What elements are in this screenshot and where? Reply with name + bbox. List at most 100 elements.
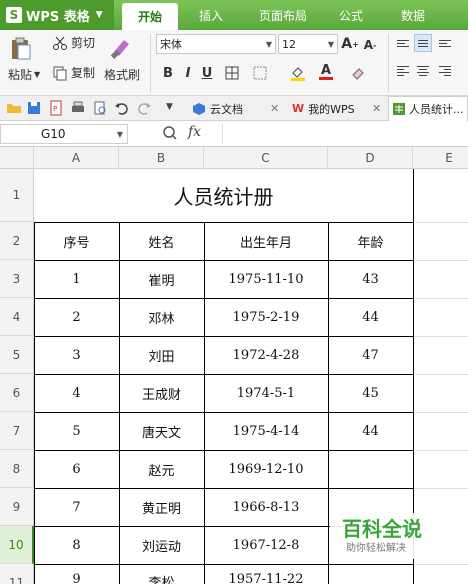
tab-data[interactable]: 数据 [388,0,438,30]
table-cell[interactable]: 2 [34,298,119,336]
table-cell[interactable]: 5 [34,412,119,450]
header-cell[interactable]: 年龄 [328,222,413,260]
zoom-search-icon[interactable] [162,125,178,144]
header-cell[interactable]: 序号 [34,222,119,260]
table-cell[interactable]: 赵元 [119,450,204,488]
row-header-6[interactable]: 6 [0,374,34,412]
table-cell[interactable]: 1975-4-14 [204,412,328,450]
sheet-title[interactable]: 人员统计册 [34,169,413,222]
chevron-down-icon[interactable]: ▼ [166,102,182,118]
align-right-icon[interactable] [436,62,454,80]
font-name-select[interactable]: 宋体 ▼ [156,34,276,54]
row-header-4[interactable]: 4 [0,298,34,336]
table-cell[interactable]: 3 [34,336,119,374]
table-cell[interactable]: 王成财 [119,374,204,412]
doc-tab-cloud[interactable]: 云文档 [188,96,280,121]
row-header-10[interactable]: 10 [0,526,34,564]
align-left-icon[interactable] [394,62,412,80]
table-cell[interactable]: 6 [34,450,119,488]
bold-button[interactable]: B [160,64,176,82]
shrink-font-button[interactable]: A- [362,36,378,54]
row-header-11[interactable]: 11 [0,564,34,584]
column-header-b[interactable]: B [119,147,204,169]
format-painter-button[interactable]: 格式刷 [104,66,140,83]
print-icon[interactable] [70,100,86,116]
undo-icon[interactable] [114,100,130,116]
align-center-icon[interactable] [414,62,432,80]
open-folder-icon[interactable] [6,100,22,116]
fx-icon[interactable]: fx [188,124,201,140]
tab-insert[interactable]: 插入 [184,0,238,30]
tab-page-layout[interactable]: 页面布局 [246,0,320,30]
table-cell[interactable]: 4 [34,374,119,412]
align-top-icon[interactable] [394,34,412,52]
table-cell[interactable]: 李松 [119,564,204,584]
row-header-8[interactable]: 8 [0,450,34,488]
table-cell[interactable] [328,450,413,488]
table-cell[interactable]: 1957-11-22 [204,564,328,584]
table-cell[interactable]: 44 [328,412,413,450]
app-menu-button[interactable]: S WPS 表格 ▼ [0,0,114,30]
header-cell[interactable]: 出生年月 [204,222,328,260]
select-all-corner[interactable] [0,147,34,169]
print-preview-icon[interactable] [92,100,108,116]
tab-home[interactable]: 开始 [122,3,178,30]
save-icon[interactable] [26,100,42,116]
column-header-e[interactable]: E [413,147,468,169]
tab-formulas[interactable]: 公式 [326,0,376,30]
fill-color-icon[interactable] [290,64,306,82]
underline-button[interactable]: U [199,64,215,82]
row-header-1[interactable]: 1 [0,169,34,222]
table-cell[interactable]: 1967-12-8 [204,526,328,564]
table-cell[interactable]: 刘运动 [119,526,204,564]
copy-button[interactable]: 复制 [52,64,95,81]
table-cell[interactable]: 1966-8-13 [204,488,328,526]
close-icon[interactable]: ✕ [372,102,381,115]
paste-button[interactable]: 粘贴 ▼ [8,66,40,83]
table-cell[interactable]: 1975-11-10 [204,260,328,298]
paste-icon[interactable] [8,36,40,62]
font-size-select[interactable]: 12 ▼ [278,34,338,54]
cut-button[interactable]: 剪切 [52,34,95,51]
redo-icon[interactable] [136,100,152,116]
column-header-d[interactable]: D [328,147,413,169]
table-cell[interactable]: 45 [328,374,413,412]
eraser-icon[interactable] [350,64,366,82]
column-header-a[interactable]: A [34,147,119,169]
align-bottom-icon[interactable] [436,34,454,52]
font-color-button[interactable]: A [318,63,334,81]
align-middle-icon[interactable] [414,34,432,52]
table-cell[interactable]: 唐天文 [119,412,204,450]
table-cell[interactable]: 1 [34,260,119,298]
close-icon[interactable]: ✕ [270,102,279,115]
grow-font-button[interactable]: A + [341,35,359,53]
header-cell[interactable]: 姓名 [119,222,204,260]
doc-tab-active[interactable]: 人员统计... [388,96,468,121]
fill-pattern-icon[interactable] [252,64,268,82]
name-box[interactable]: G10 ▼ [0,124,128,144]
row-header-9[interactable]: 9 [0,488,34,526]
table-cell[interactable]: 1969-12-10 [204,450,328,488]
table-cell[interactable]: 44 [328,298,413,336]
table-cell[interactable]: 7 [34,488,119,526]
table-cell[interactable]: 1974-5-1 [204,374,328,412]
table-cell[interactable]: 1975-2-19 [204,298,328,336]
table-cell[interactable]: 1972-4-28 [204,336,328,374]
export-pdf-icon[interactable]: P [48,100,64,116]
brush-icon[interactable] [108,34,134,60]
table-cell[interactable]: 43 [328,260,413,298]
table-cell[interactable]: 8 [34,526,119,564]
row-header-7[interactable]: 7 [0,412,34,450]
table-cell[interactable]: 邓林 [119,298,204,336]
table-cell[interactable]: 黄正明 [119,488,204,526]
doc-tab-mywps[interactable]: W 我的WPS [288,96,378,121]
table-cell[interactable]: 9 [34,564,119,584]
row-header-3[interactable]: 3 [0,260,34,298]
table-cell[interactable]: 崔明 [119,260,204,298]
table-cell[interactable] [328,564,413,584]
italic-button[interactable]: I [180,64,196,82]
borders-icon[interactable] [224,64,240,82]
row-header-5[interactable]: 5 [0,336,34,374]
row-header-2[interactable]: 2 [0,222,34,260]
column-header-c[interactable]: C [204,147,328,169]
